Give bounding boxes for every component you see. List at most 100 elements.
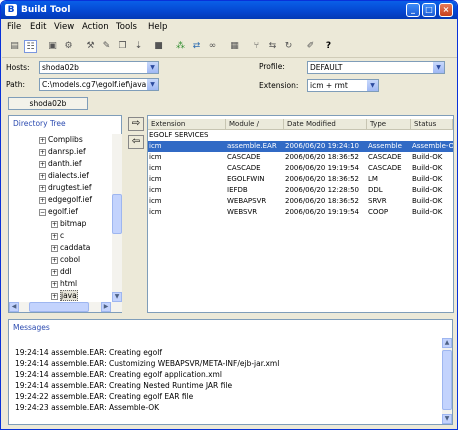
tree-item[interactable]: + danth.ief: [39, 158, 82, 169]
menu-edit[interactable]: Edit: [30, 22, 46, 32]
tree-item[interactable]: + bitmap: [51, 218, 86, 229]
messages-vertical-scrollbar[interactable]: ▲ ▼: [442, 338, 452, 424]
tree-item[interactable]: − egolf.ief: [39, 206, 78, 217]
column-type[interactable]: Type: [367, 119, 411, 130]
disk-icon[interactable]: ▦: [228, 40, 241, 53]
expand-icon[interactable]: +: [39, 173, 46, 180]
expand-icon[interactable]: +: [39, 185, 46, 192]
chevron-down-icon[interactable]: ▼: [147, 62, 158, 73]
move-right-button[interactable]: ⇨: [128, 117, 144, 131]
title-bar[interactable]: B Build Tool _ □ ×: [1, 1, 457, 19]
checkout-icon[interactable]: ↻: [282, 40, 295, 53]
hosts-select[interactable]: shoda02b ▼: [39, 61, 159, 74]
expand-icon[interactable]: +: [51, 245, 58, 252]
table-row[interactable]: icm CASCADE 2006/06/20 19:19:54 CASCADE Buil…: [148, 163, 453, 174]
help-icon[interactable]: ?: [322, 40, 335, 53]
tree-item[interactable]: + danrsp.ief: [39, 146, 86, 157]
hammer-icon[interactable]: ⚒: [84, 40, 97, 53]
chevron-down-icon[interactable]: ▼: [433, 62, 444, 73]
tree-vertical-scrollbar[interactable]: ▼: [112, 134, 122, 302]
table-cell-date: 2006/06/20 19:19:54: [285, 208, 360, 216]
scroll-up-icon[interactable]: ▲: [442, 338, 452, 348]
build-icon[interactable]: ▣: [46, 40, 59, 53]
table-row[interactable]: icm EGOLFWIN 2006/06/20 18:36:52 LM Build-OK: [148, 174, 453, 185]
tree-item[interactable]: + drugtest.ief: [39, 182, 91, 193]
chevron-down-icon[interactable]: ▼: [147, 79, 158, 90]
table-row[interactable]: icm WEBSVR 2006/06/20 19:19:54 COOP Build-OK: [148, 207, 453, 218]
messages-list: 19:24:14 assemble.EAR: Creating egolf 19:…: [9, 338, 442, 424]
menu-action[interactable]: Action: [82, 22, 109, 32]
tree-item[interactable]: + cobol: [51, 254, 80, 265]
tree-scroll-thumb[interactable]: [112, 194, 122, 234]
table-cell-type: CASCADE: [368, 153, 402, 161]
wrench-icon[interactable]: ✎: [100, 40, 113, 53]
tree-item[interactable]: + edgegolf.ief: [39, 194, 92, 205]
table-row[interactable]: icm IEFDB 2006/06/20 12:28:50 DDL Build-OK: [148, 185, 453, 196]
copy-icon[interactable]: ❐: [116, 40, 129, 53]
scroll-down-icon[interactable]: ▼: [442, 414, 452, 424]
expand-icon[interactable]: +: [51, 257, 58, 264]
expand-icon[interactable]: +: [51, 233, 58, 240]
edit-icon[interactable]: ✐: [304, 40, 317, 53]
tree-hscroll-thumb[interactable]: [29, 302, 89, 312]
branch-icon[interactable]: ⑂: [250, 40, 263, 53]
column-module[interactable]: Module /: [226, 119, 284, 130]
table-cell-module: CASCADE: [227, 153, 261, 161]
scroll-left-icon[interactable]: ◀: [9, 302, 19, 312]
table-cell-extension: icm: [149, 142, 162, 150]
expand-icon[interactable]: +: [39, 197, 46, 204]
menu-file[interactable]: File: [7, 22, 21, 32]
table-row[interactable]: icm assemble.EAR 2006/06/20 19:24:10 Assemb…: [148, 141, 453, 152]
tree-item[interactable]: + c: [51, 230, 64, 241]
expand-icon[interactable]: +: [39, 137, 46, 144]
scroll-right-icon[interactable]: ▶: [101, 302, 111, 312]
messages-scroll-thumb[interactable]: [442, 350, 452, 410]
detail-view-icon[interactable]: ☷: [24, 40, 37, 53]
chevron-down-icon[interactable]: ▼: [367, 80, 378, 91]
column-status[interactable]: Status: [411, 119, 453, 130]
minimize-button[interactable]: _: [406, 3, 420, 17]
tree-item[interactable]: + java: [51, 290, 78, 301]
table-row[interactable]: icm CASCADE 2006/06/20 18:36:52 CASCADE Buil…: [148, 152, 453, 163]
menu-tools[interactable]: Tools: [116, 22, 137, 32]
scroll-down-icon[interactable]: ▼: [112, 292, 122, 302]
link-icon[interactable]: ∞: [206, 40, 219, 53]
tree-item[interactable]: + html: [51, 278, 77, 289]
tree-item[interactable]: + Complibs: [39, 134, 83, 145]
merge-icon[interactable]: ⇆: [266, 40, 279, 53]
menu-help[interactable]: Help: [148, 22, 167, 32]
expand-icon[interactable]: −: [39, 209, 46, 216]
expand-icon[interactable]: +: [51, 293, 58, 300]
stop-icon[interactable]: ■: [152, 40, 165, 53]
table-group-row[interactable]: EGOLF SERVICES: [148, 130, 453, 141]
expand-icon[interactable]: +: [51, 281, 58, 288]
network-icon[interactable]: ⁂: [174, 40, 187, 53]
move-left-button[interactable]: ⇦: [128, 135, 144, 149]
path-select[interactable]: C:\models.cg7\egolf.ief\java ▼: [39, 78, 159, 91]
close-button[interactable]: ×: [439, 3, 453, 17]
profile-select[interactable]: DEFAULT ▼: [307, 61, 445, 74]
table-cell-status: Build-OK: [412, 153, 443, 161]
profile-value: DEFAULT: [310, 63, 343, 72]
table-cell-date: 2006/06/20 12:28:50: [285, 186, 360, 194]
tree-horizontal-scrollbar[interactable]: ◀ ▶: [9, 302, 122, 312]
table-row[interactable]: icm WEBAPSVR 2006/06/20 18:36:52 SRVR Build-…: [148, 196, 453, 207]
tree-item-label: caddata: [60, 243, 91, 252]
column-date-modified[interactable]: Date Modified: [284, 119, 367, 130]
host-tab[interactable]: shoda02b: [8, 97, 88, 110]
rebuild-icon[interactable]: ⚙: [62, 40, 75, 53]
maximize-button[interactable]: □: [422, 3, 436, 17]
expand-icon[interactable]: +: [39, 149, 46, 156]
menu-view[interactable]: View: [54, 22, 74, 32]
extension-select[interactable]: icm + rmt ▼: [307, 79, 379, 92]
column-extension[interactable]: Extension: [148, 119, 226, 130]
expand-icon[interactable]: +: [39, 161, 46, 168]
expand-icon[interactable]: +: [51, 221, 58, 228]
expand-icon[interactable]: +: [51, 269, 58, 276]
connect-icon[interactable]: ⇄: [190, 40, 203, 53]
list-view-icon[interactable]: ▤: [8, 40, 21, 53]
tree-item[interactable]: + dialects.ief: [39, 170, 89, 181]
deploy-icon[interactable]: ⇣: [132, 40, 145, 53]
tree-item[interactable]: + ddl: [51, 266, 72, 277]
tree-item[interactable]: + caddata: [51, 242, 90, 253]
